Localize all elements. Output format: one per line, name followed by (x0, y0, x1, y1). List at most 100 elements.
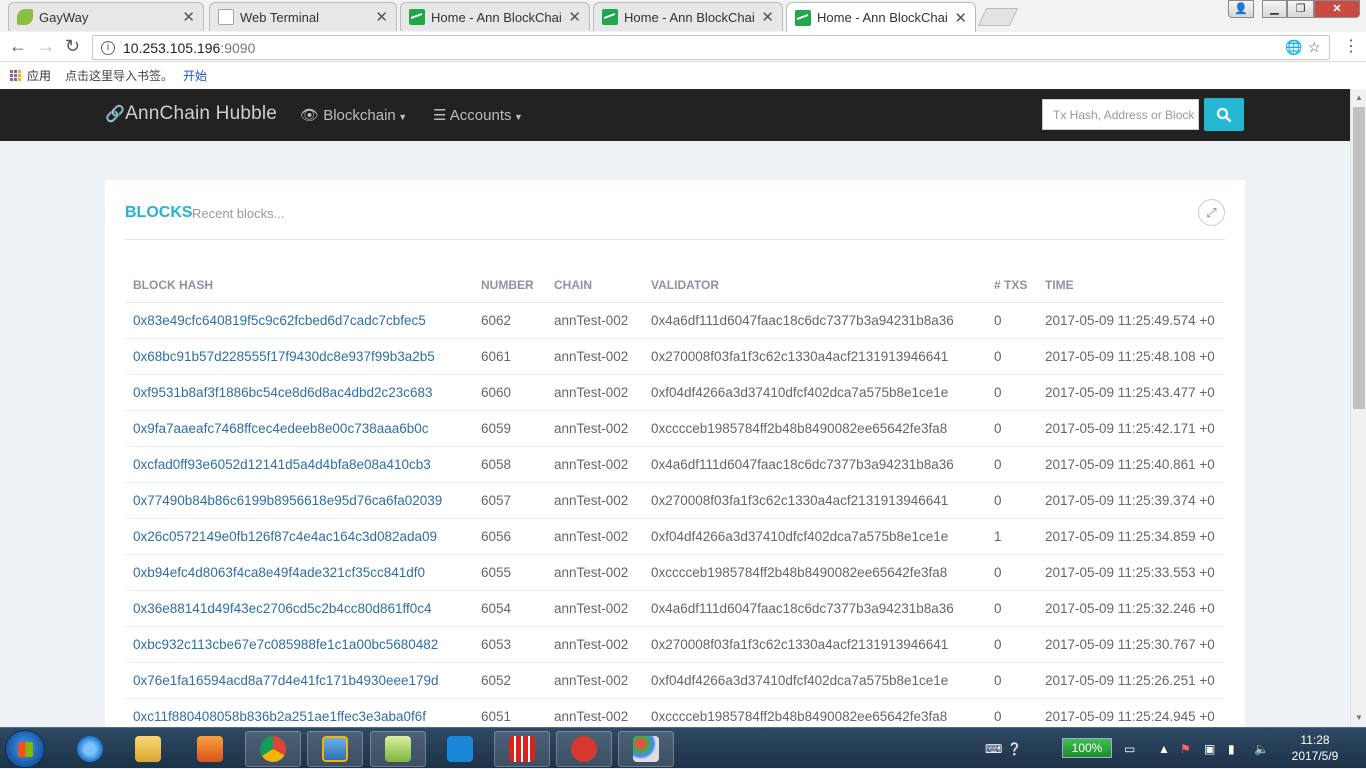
search-button[interactable] (1204, 98, 1244, 131)
vmware-taskbar-button[interactable] (307, 731, 363, 767)
tab-close-icon[interactable]: ✕ (568, 8, 581, 26)
block-time: 2017-05-09 11:25:32.246 +0 (1037, 590, 1225, 627)
tab-close-icon[interactable]: ✕ (954, 9, 967, 27)
tab-close-icon[interactable]: ✕ (375, 8, 388, 26)
search-input[interactable]: Tx Hash, Address or Block (1042, 99, 1199, 130)
apps-grid-icon[interactable] (10, 70, 21, 81)
table-header-row: BLOCK HASH NUMBER CHAIN VALIDATOR # TXS … (125, 268, 1225, 303)
col-validator: VALIDATOR (643, 268, 986, 303)
reload-icon[interactable]: ↻ (65, 36, 80, 57)
close-window-button[interactable]: ✕ (1314, 0, 1360, 18)
block-hash-link[interactable]: 0x36e88141d49f43ec2706cd5c2b4cc80d861ff0… (125, 590, 473, 627)
apps-label[interactable]: 应用 (27, 67, 51, 84)
expand-icon[interactable]: ⤢ (1198, 199, 1225, 226)
browser-tab[interactable]: Home - Ann BlockChain ✕ (400, 2, 590, 31)
card-subtitle: Recent blocks... (192, 206, 285, 221)
show-hidden-icon[interactable]: ▲ (1158, 728, 1170, 769)
validator-address: 0xcccceb1985784ff2b48b8490082ee65642fe3f… (643, 554, 986, 591)
brand[interactable]: 🔗AnnChain Hubble (105, 103, 277, 125)
block-hash-link[interactable]: 0xf9531b8af3f1886bc54ce8d6d8ac4dbd2c23c6… (125, 374, 473, 411)
help-icon[interactable]: ❔ (1007, 728, 1022, 769)
validator-address: 0x4a6df111d6047faac18c6dc7377b3a94231b8a… (643, 302, 986, 339)
paint-taskbar-button[interactable] (618, 731, 674, 767)
tab-title: Home - Ann BlockChain (624, 9, 756, 25)
chrome-taskbar-button[interactable] (245, 731, 301, 767)
volume-icon[interactable]: 🔈 (1254, 728, 1269, 769)
translate-icon[interactable]: 🌐 (1285, 39, 1302, 56)
tab-close-icon[interactable]: ✕ (761, 8, 774, 26)
tx-count: 0 (986, 374, 1037, 411)
block-hash-link[interactable]: 0x68bc91b57d228555f17f9430dc8e937f99b3a2… (125, 338, 473, 375)
block-number: 6057 (473, 482, 546, 519)
page-scrollbar[interactable]: ▲ ▼ (1350, 89, 1366, 727)
block-hash-link[interactable]: 0xcfad0ff93e6052d12141d5a4d4bfa8e08a410c… (125, 446, 473, 483)
tx-count: 0 (986, 446, 1037, 483)
chain-name: annTest-002 (546, 590, 643, 627)
scroll-down-icon[interactable]: ▼ (1355, 713, 1363, 722)
browser-tab-active[interactable]: Home - Ann BlockChain ✕ (786, 2, 976, 32)
browser-tab[interactable]: Home - Ann BlockChain ✕ (593, 2, 783, 31)
scroll-up-icon[interactable]: ▲ (1355, 93, 1363, 102)
new-tab-button[interactable] (977, 8, 1019, 26)
browser-menu-icon[interactable]: ⋮ (1343, 36, 1359, 56)
block-number: 6060 (473, 374, 546, 411)
block-hash-link[interactable]: 0x9fa7aaeafc7468ffcec4edeeb8e00c738aaa6b… (125, 410, 473, 447)
network-icon[interactable]: ▮ (1228, 728, 1235, 769)
chain-name: annTest-002 (546, 554, 643, 591)
tx-count: 1 (986, 518, 1037, 555)
forward-arrow-icon[interactable]: → (37, 36, 55, 57)
block-hash-link[interactable]: 0xbc932c113cbe67e7c085988fe1c1a00bc56804… (125, 626, 473, 663)
block-hash-link[interactable]: 0x76e1fa16594acd8a77d4e41fc171b4930eee17… (125, 662, 473, 699)
battery-indicator[interactable]: 100% (1062, 738, 1112, 758)
clock[interactable]: 11:28 2017/5/9 (1280, 732, 1350, 764)
block-hash-link[interactable]: 0x26c0572149e0fb126f87c4e4ac164c3d082ada… (125, 518, 473, 555)
device-icon[interactable]: ▣ (1204, 728, 1215, 769)
block-time: 2017-05-09 11:25:42.171 +0 (1037, 410, 1225, 447)
address-bar[interactable]: i 10.253.105.196:9090 🌐 ☆ (92, 35, 1330, 60)
tx-count: 0 (986, 410, 1037, 447)
table-row: 0x76e1fa16594acd8a77d4e41fc171b4930eee17… (125, 662, 1225, 699)
taskbar: ⌨ ❔ 100% ▭ ▲ ⚑ ▣ ▮ 🔈 11:28 2017/5/9 (0, 727, 1366, 768)
block-hash-link[interactable]: 0xb94efc4d8063f4ca8e49f4ade321cf35cc841d… (125, 554, 473, 591)
ie-taskbar-button[interactable] (62, 731, 118, 767)
accounts-menu[interactable]: ☰ Accounts ▼ (433, 106, 523, 124)
browser-tab[interactable]: GayWay ✕ (8, 2, 204, 31)
table-row: 0x77490b84b86c6199b8956618e95d76ca6fa020… (125, 482, 1225, 519)
validator-address: 0x4a6df111d6047faac18c6dc7377b3a94231b8a… (643, 446, 986, 483)
block-hash-link[interactable]: 0x77490b84b86c6199b8956618e95d76ca6fa020… (125, 482, 473, 519)
browser-tab[interactable]: Web Terminal ✕ (209, 2, 397, 31)
eye-icon: 👁 (300, 107, 320, 124)
maximize-button[interactable]: ❐ (1287, 0, 1314, 18)
block-hash-link[interactable]: 0x83e49cfc640819f5c9c62fcbed6d7cadc7cbfe… (125, 302, 473, 339)
chart-icon (602, 9, 618, 25)
tx-count: 0 (986, 590, 1037, 627)
action-center-icon[interactable]: ⚑ (1180, 728, 1191, 769)
app-taskbar-button[interactable] (556, 731, 612, 767)
keyboard-icon[interactable]: ⌨ (985, 728, 1002, 769)
app-navbar: 🔗AnnChain Hubble 👁 Blockchain ▼ ☰ Accoun… (0, 89, 1350, 141)
bookmark-star-icon[interactable]: ☆ (1308, 39, 1321, 56)
scroll-thumb[interactable] (1353, 107, 1365, 409)
search-icon (1216, 107, 1232, 122)
tab-close-icon[interactable]: ✕ (182, 8, 195, 26)
blockchain-menu[interactable]: 👁 Blockchain ▼ (300, 106, 407, 124)
minimize-button[interactable]: ▁ (1262, 0, 1287, 18)
media-taskbar-button[interactable] (182, 731, 238, 767)
bookmarks-bar: 应用 点击这里导入书签。 开始 (0, 62, 1366, 89)
back-arrow-icon[interactable]: ← (9, 36, 27, 57)
power-icon[interactable]: ▭ (1124, 728, 1135, 769)
list-icon: ☰ (433, 107, 447, 124)
wps-taskbar-button[interactable] (432, 731, 488, 767)
block-time: 2017-05-09 11:25:30.767 +0 (1037, 626, 1225, 663)
info-icon[interactable]: i (101, 40, 115, 55)
block-number: 6061 (473, 338, 546, 375)
start-button[interactable] (5, 730, 45, 768)
app-taskbar-button[interactable] (494, 731, 550, 767)
tab-title: Web Terminal (240, 9, 319, 25)
table-row: 0x36e88141d49f43ec2706cd5c2b4cc80d861ff0… (125, 590, 1225, 627)
user-icon[interactable]: 👤 (1228, 0, 1254, 18)
start-link[interactable]: 开始 (183, 67, 207, 84)
explorer-taskbar-button[interactable] (120, 731, 176, 767)
tx-count: 0 (986, 626, 1037, 663)
notepad-taskbar-button[interactable] (370, 731, 426, 767)
